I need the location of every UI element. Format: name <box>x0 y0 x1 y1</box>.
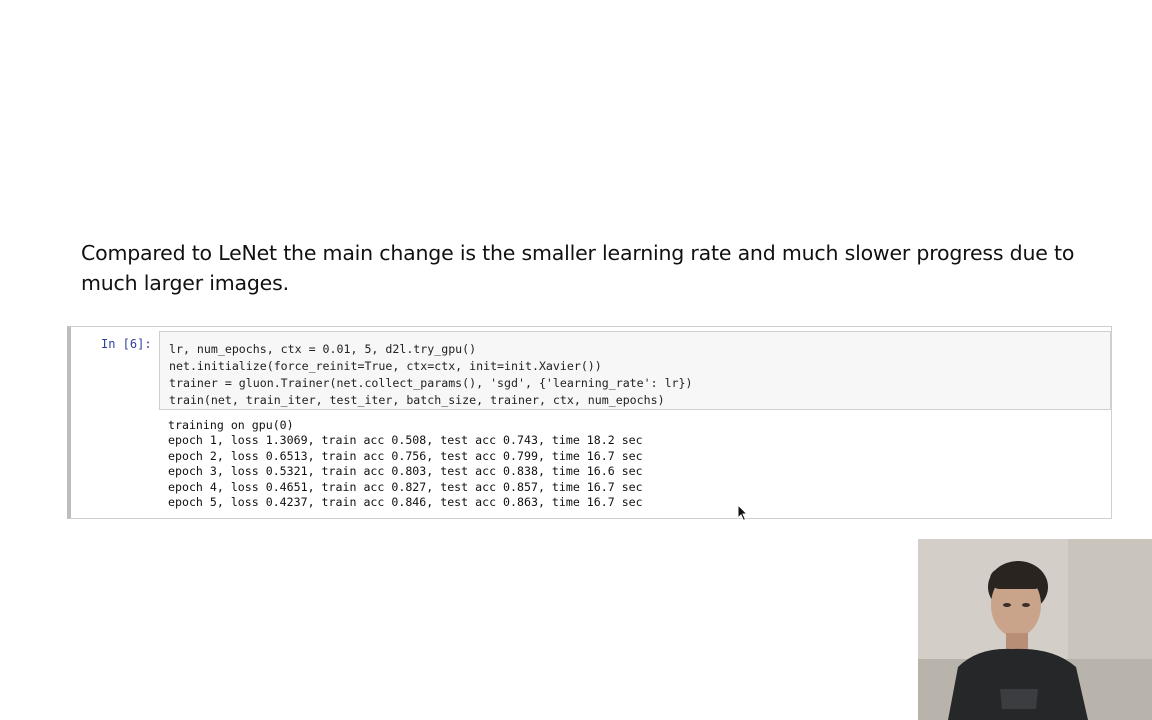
code-editor[interactable]: lr, num_epochs, ctx = 0.01, 5, d2l.try_g… <box>160 332 1110 409</box>
code-input-area[interactable]: lr, num_epochs, ctx = 0.01, 5, d2l.try_g… <box>159 331 1111 410</box>
output-line: epoch 5, loss 0.4237, train acc 0.846, t… <box>168 495 643 510</box>
code-line: trainer = gluon.Trainer(net.collect_para… <box>169 376 693 390</box>
output-line: epoch 1, loss 1.3069, train acc 0.508, t… <box>168 433 643 448</box>
input-prompt: In [6]: <box>101 337 152 351</box>
code-cell[interactable]: In [6]: lr, num_epochs, ctx = 0.01, 5, d… <box>67 326 1112 519</box>
output-line: training on gpu(0) <box>168 418 294 432</box>
presenter-image <box>918 539 1152 720</box>
mouse-pointer-icon <box>737 504 749 522</box>
code-line: train(net, train_iter, test_iter, batch_… <box>169 393 665 407</box>
output-line: epoch 3, loss 0.5321, train acc 0.803, t… <box>168 464 643 479</box>
markdown-paragraph: Compared to LeNet the main change is the… <box>81 241 1075 295</box>
output-line: epoch 2, loss 0.6513, train acc 0.756, t… <box>168 448 643 463</box>
code-line: net.initialize(force_reinit=True, ctx=ct… <box>169 359 602 373</box>
cell-output: training on gpu(0) epoch 1, loss 1.3069, … <box>168 418 643 510</box>
output-line: epoch 4, loss 0.4651, train acc 0.827, t… <box>168 479 643 494</box>
webcam-video <box>918 539 1152 720</box>
code-line: lr, num_epochs, ctx = 0.01, 5, d2l.try_g… <box>169 342 477 356</box>
